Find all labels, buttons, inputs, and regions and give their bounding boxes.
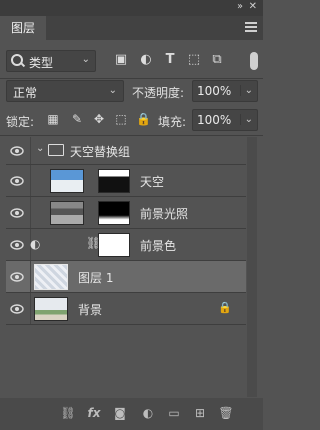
divider: [30, 165, 31, 196]
layer-name[interactable]: 背景: [78, 301, 102, 318]
blend-mode-select[interactable]: 正常 ⌄: [6, 80, 124, 102]
layer-mask-thumbnail[interactable]: [98, 169, 130, 193]
fill-field[interactable]: 100% ⌄: [192, 109, 258, 131]
lock-artboard-icon[interactable]: ⬚: [114, 112, 128, 126]
mask-icon[interactable]: ◙: [112, 405, 128, 421]
double-chevron-right-icon[interactable]: ››: [237, 1, 243, 12]
layer-row[interactable]: 背景 🔒: [6, 293, 246, 325]
divider: [0, 78, 263, 79]
opacity-field[interactable]: 100% ⌄: [192, 80, 258, 102]
layer-name[interactable]: 图层 1: [78, 269, 113, 286]
layer-mask-thumbnail[interactable]: [98, 201, 130, 225]
image-filter-icon[interactable]: ▣: [114, 53, 128, 67]
chevron-down-icon: ⌄: [81, 54, 90, 65]
layer-row[interactable]: ◐ ⛓ 前景色: [6, 229, 246, 261]
panel-tab-bar: 图层: [0, 16, 263, 40]
trash-icon[interactable]: 🗑: [218, 405, 234, 421]
tab-layers[interactable]: 图层: [0, 16, 46, 40]
new-layer-icon[interactable]: ⊞: [192, 405, 208, 421]
fx-icon[interactable]: fx: [86, 405, 102, 421]
eye-icon[interactable]: [10, 238, 24, 252]
eye-icon[interactable]: [10, 302, 24, 316]
layer-thumbnail[interactable]: [50, 169, 84, 193]
lock-all-icon[interactable]: 🔒: [136, 112, 151, 126]
smart-object-filter-icon[interactable]: ⧉: [210, 53, 224, 67]
shape-filter-icon[interactable]: ⬚: [187, 53, 201, 67]
chevron-down-icon[interactable]: ⌄: [239, 114, 253, 125]
filter-kind-select[interactable]: 类型 ⌄: [6, 50, 96, 72]
adjustment-icon[interactable]: ◐: [140, 405, 156, 421]
lock-label: 锁定:: [6, 115, 35, 129]
layers-footer-toolbar: ⛓ fx ◙ ◐ ▭ ⊞ 🗑: [0, 398, 263, 430]
layers-list: ⌄ 天空替换组 天空 前景光照 ◐ ⛓ 前景色 图层 1 背景 🔒: [6, 137, 246, 397]
divider: [0, 135, 263, 136]
layer-thumbnail[interactable]: [34, 264, 68, 290]
panel-top-strip: ›› ✕: [0, 0, 263, 16]
adjustment-filter-icon[interactable]: ◐: [139, 53, 153, 67]
layer-thumbnail[interactable]: [34, 297, 68, 321]
layer-thumbnail[interactable]: [50, 201, 84, 225]
chevron-down-icon: ⌄: [108, 85, 117, 96]
folder-icon: [48, 144, 64, 156]
layer-group-row[interactable]: ⌄ 天空替换组: [6, 137, 246, 165]
lock-icon: 🔒: [218, 301, 232, 314]
chevron-down-icon[interactable]: ⌄: [239, 85, 253, 96]
layer-mask-thumbnail[interactable]: [98, 233, 130, 257]
chevron-down-icon[interactable]: ⌄: [36, 143, 44, 154]
eye-icon[interactable]: [10, 144, 24, 158]
eye-icon[interactable]: [10, 270, 24, 284]
lock-position-icon[interactable]: ✥: [92, 112, 106, 126]
close-icon[interactable]: ✕: [249, 1, 257, 12]
divider: [30, 197, 31, 228]
layer-name[interactable]: 天空: [140, 173, 164, 190]
panel-menu-icon[interactable]: [245, 20, 257, 34]
filter-toggle[interactable]: [250, 52, 258, 70]
type-filter-icon[interactable]: T: [163, 53, 177, 67]
lock-brush-icon[interactable]: ✎: [70, 112, 84, 126]
divider: [30, 261, 31, 292]
divider: [30, 293, 31, 324]
folder-icon[interactable]: ▭: [166, 405, 182, 421]
layer-name[interactable]: 前景光照: [140, 205, 188, 222]
layer-name[interactable]: 天空替换组: [70, 143, 130, 160]
eye-icon[interactable]: [10, 174, 24, 188]
fill-label: 填充:: [158, 115, 187, 129]
adjustment-layer-icon: ◐: [30, 237, 41, 251]
link-icon[interactable]: ⛓: [60, 405, 76, 421]
blend-mode-value: 正常: [13, 86, 38, 100]
opacity-value: 100%: [197, 84, 232, 98]
filter-row: 类型 ⌄ ▣ ◐ T ⬚ ⧉: [6, 50, 258, 72]
layer-row[interactable]: 前景光照: [6, 197, 246, 229]
layers-scrollbar[interactable]: [247, 137, 257, 397]
lock-transparency-icon[interactable]: ▦: [46, 112, 60, 126]
fill-value: 100%: [197, 113, 232, 127]
filter-kind-label: 类型: [29, 56, 54, 70]
layer-row-selected[interactable]: 图层 1: [6, 261, 246, 293]
search-icon: [11, 54, 23, 66]
divider: [30, 137, 31, 164]
layer-name[interactable]: 前景色: [140, 237, 176, 254]
opacity-label: 不透明度:: [132, 86, 185, 100]
eye-icon[interactable]: [10, 206, 24, 220]
layer-row[interactable]: 天空: [6, 165, 246, 197]
